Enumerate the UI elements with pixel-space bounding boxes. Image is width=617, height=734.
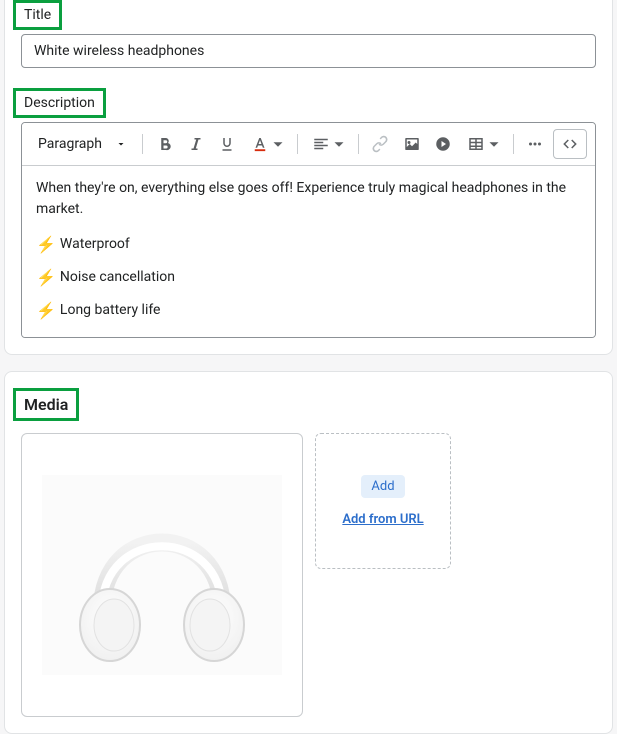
text-color-button[interactable] — [245, 130, 289, 158]
caret-down-icon — [330, 135, 348, 153]
media-add-dropzone[interactable]: Add Add from URL — [315, 433, 451, 569]
feature-text: Long battery life — [60, 300, 161, 321]
lightning-icon: ⚡ — [36, 237, 56, 253]
description-body[interactable]: When they're on, everything else goes of… — [22, 166, 595, 337]
paragraph-style-select[interactable]: Paragraph — [30, 132, 134, 156]
caret-down-icon — [116, 139, 126, 149]
bold-button[interactable] — [151, 130, 178, 158]
feature-item: ⚡ Noise cancellation — [36, 267, 581, 288]
table-button[interactable] — [461, 130, 505, 158]
headphones-image — [42, 475, 282, 675]
video-button[interactable] — [429, 130, 456, 158]
html-view-button[interactable] — [553, 129, 587, 159]
media-card: Media — [4, 371, 613, 734]
toolbar-separator — [142, 134, 143, 154]
add-media-button[interactable]: Add — [361, 475, 404, 498]
add-from-url-link[interactable]: Add from URL — [342, 512, 423, 527]
underline-button[interactable] — [214, 130, 241, 158]
paragraph-style-label: Paragraph — [38, 136, 102, 152]
title-input[interactable] — [21, 34, 596, 68]
caret-down-icon — [485, 135, 503, 153]
toolbar-separator — [513, 134, 514, 154]
rte-toolbar: Paragraph — [22, 123, 595, 166]
lightning-icon: ⚡ — [36, 303, 56, 319]
align-button[interactable] — [306, 130, 350, 158]
feature-text: Waterproof — [60, 234, 130, 255]
link-button[interactable] — [367, 130, 394, 158]
media-thumbnail[interactable] — [21, 433, 303, 717]
media-label: Media — [13, 388, 79, 421]
italic-button[interactable] — [182, 130, 209, 158]
description-editor: Paragraph — [21, 122, 596, 338]
toolbar-separator — [297, 134, 298, 154]
title-label: Title — [13, 0, 62, 30]
feature-text: Noise cancellation — [60, 267, 175, 288]
description-label: Description — [13, 88, 106, 118]
description-intro: When they're on, everything else goes of… — [36, 178, 581, 220]
toolbar-separator — [358, 134, 359, 154]
feature-item: ⚡ Waterproof — [36, 234, 581, 255]
feature-item: ⚡ Long battery life — [36, 300, 581, 321]
more-button[interactable] — [522, 130, 549, 158]
caret-down-icon — [269, 135, 287, 153]
product-form-card: Title Description Paragraph — [4, 0, 613, 355]
lightning-icon: ⚡ — [36, 270, 56, 286]
image-button[interactable] — [398, 130, 425, 158]
